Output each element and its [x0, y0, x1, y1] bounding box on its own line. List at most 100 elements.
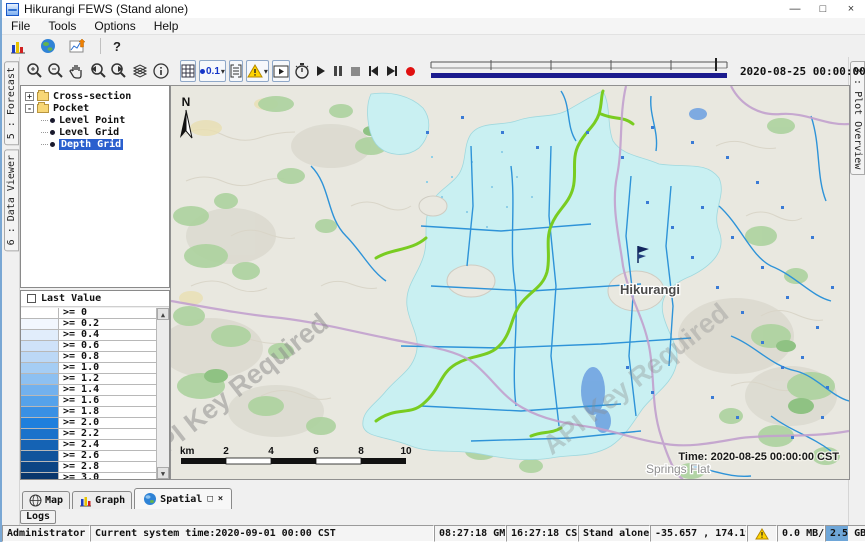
- menu-help[interactable]: Help: [145, 19, 188, 33]
- color-swatch: [21, 440, 59, 450]
- last-value-checkbox[interactable]: [27, 294, 36, 303]
- tree-item-level-point[interactable]: Level Point: [41, 114, 169, 126]
- status-coordinates: -35.657 , 174.199: [650, 525, 747, 542]
- skip-to-end-button[interactable]: [387, 61, 397, 81]
- tab-forecast[interactable]: 5 : Forecast: [4, 61, 19, 145]
- stop-button[interactable]: [351, 61, 360, 81]
- left-panel: + Cross-section - Pocket Level Point Lev…: [20, 85, 170, 480]
- zoom-previous-icon[interactable]: [89, 60, 107, 82]
- close-button[interactable]: ×: [837, 3, 865, 15]
- map-time-label: Time: 2020-08-25 00:00:00 CST: [678, 451, 839, 463]
- tab-maximize-icon[interactable]: □: [207, 494, 212, 504]
- legend-header: Last Value: [21, 291, 169, 307]
- status-warning[interactable]: [747, 525, 777, 542]
- menu-tools[interactable]: Tools: [39, 19, 85, 33]
- bar-chart-icon: [79, 495, 92, 507]
- color-swatch: [21, 319, 59, 329]
- status-memory: 2.5 GB: [825, 525, 865, 542]
- animation-timer-icon[interactable]: [293, 60, 311, 82]
- pause-button[interactable]: [334, 61, 342, 81]
- logs-row: Logs: [20, 509, 56, 525]
- svg-text:8: 8: [358, 446, 364, 457]
- legend-scrollbar[interactable]: ▲ ▼: [156, 308, 169, 479]
- tree-connector: [41, 132, 48, 133]
- time-slider[interactable]: [429, 58, 729, 85]
- contour-legend-button[interactable]: [229, 60, 243, 82]
- svg-text:10: 10: [400, 446, 412, 457]
- pan-hand-icon[interactable]: [68, 60, 86, 82]
- maximize-button[interactable]: □: [809, 3, 837, 15]
- town-label: Hikurangi: [620, 282, 680, 297]
- layers-icon[interactable]: [131, 60, 149, 82]
- warning-threshold-dropdown[interactable]: ▾: [246, 60, 269, 82]
- status-system-time: Current system time:2020-09-01 00:00 CST: [90, 525, 434, 542]
- status-user: Administrator: [2, 525, 90, 542]
- tab-map[interactable]: Map: [22, 491, 70, 509]
- last-value-label: Last Value: [41, 293, 101, 304]
- color-swatch: [21, 352, 59, 362]
- svg-text:2: 2: [223, 446, 229, 457]
- skip-to-start-button[interactable]: [369, 61, 378, 81]
- tree-item-level-grid[interactable]: Level Grid: [41, 126, 169, 138]
- current-time-label: 2020-08-25 00:00:00 CST: [740, 65, 865, 78]
- tab-close-icon[interactable]: ×: [218, 494, 223, 504]
- right-tab-strip: 3 : Plot Overview: [848, 57, 865, 525]
- expander-icon[interactable]: +: [25, 92, 34, 101]
- menu-file[interactable]: File: [2, 19, 39, 33]
- selected-tree-label: Depth Grid: [59, 139, 123, 150]
- help-button[interactable]: ?: [113, 39, 121, 54]
- zoom-out-icon[interactable]: [47, 60, 65, 82]
- chevron-down-icon: ▾: [221, 67, 225, 76]
- toolbar-separator: [100, 38, 101, 54]
- tab-plot-overview[interactable]: 3 : Plot Overview: [850, 61, 865, 175]
- movie-export-button[interactable]: [272, 60, 290, 82]
- tab-graph[interactable]: Graph: [72, 491, 132, 509]
- color-swatch: [21, 374, 59, 384]
- classification-dropdown[interactable]: 0.1 ▾: [199, 60, 226, 82]
- globe-wireframe-icon: [29, 494, 42, 507]
- logs-button[interactable]: Logs: [20, 510, 56, 524]
- color-swatch: [21, 462, 59, 472]
- layer-bullet-icon: [50, 130, 55, 135]
- tree-item-cross-section[interactable]: + Cross-section: [21, 90, 169, 102]
- scroll-down-icon[interactable]: ▼: [157, 467, 169, 479]
- layer-bullet-icon: [50, 118, 55, 123]
- timeseries-display-icon[interactable]: [68, 37, 88, 55]
- tree-item-depth-grid[interactable]: Depth Grid: [41, 138, 169, 150]
- zoom-next-icon[interactable]: [110, 60, 128, 82]
- layer-tree: + Cross-section - Pocket Level Point Lev…: [20, 85, 170, 288]
- layer-bullet-icon: [50, 142, 55, 147]
- expander-icon[interactable]: -: [25, 104, 34, 113]
- svg-text:4: 4: [268, 446, 274, 457]
- app-icon: [6, 3, 19, 16]
- tree-connector: [41, 144, 48, 145]
- zoom-in-icon[interactable]: [26, 60, 44, 82]
- map-globe-icon[interactable]: [38, 37, 58, 55]
- color-swatch: [21, 407, 59, 417]
- grid-display-button[interactable]: [180, 60, 196, 82]
- map-view[interactable]: API Key Required API Key Required Hikura…: [170, 85, 850, 480]
- left-tab-strip: 5 : Forecast 6 : Data Viewer: [2, 57, 20, 525]
- play-button[interactable]: [317, 61, 325, 81]
- tab-spatial[interactable]: Spatial □ ×: [134, 488, 232, 509]
- minimize-button[interactable]: —: [781, 3, 809, 15]
- menu-options[interactable]: Options: [85, 19, 144, 33]
- app-window: Hikurangi FEWS (Stand alone) — □ × File …: [0, 0, 865, 542]
- tree-item-pocket[interactable]: - Pocket: [21, 102, 169, 114]
- color-swatch: [21, 429, 59, 439]
- scroll-up-icon[interactable]: ▲: [157, 308, 169, 320]
- color-swatch: [21, 308, 59, 318]
- info-icon[interactable]: [152, 60, 170, 82]
- tree-connector: [41, 120, 48, 121]
- color-swatch: [21, 418, 59, 428]
- status-gmt-time: 08:27:18 GMT: [434, 525, 506, 542]
- title-bar: Hikurangi FEWS (Stand alone) — □ ×: [2, 0, 865, 18]
- color-swatch: [21, 385, 59, 395]
- tab-data-viewer[interactable]: 6 : Data Viewer: [4, 149, 19, 251]
- record-button[interactable]: [406, 61, 415, 81]
- color-swatch: [21, 330, 59, 340]
- chevron-down-icon: ▾: [264, 67, 268, 76]
- database-chart-icon[interactable]: [8, 37, 28, 55]
- folder-icon: [37, 104, 49, 113]
- color-swatch: [21, 396, 59, 406]
